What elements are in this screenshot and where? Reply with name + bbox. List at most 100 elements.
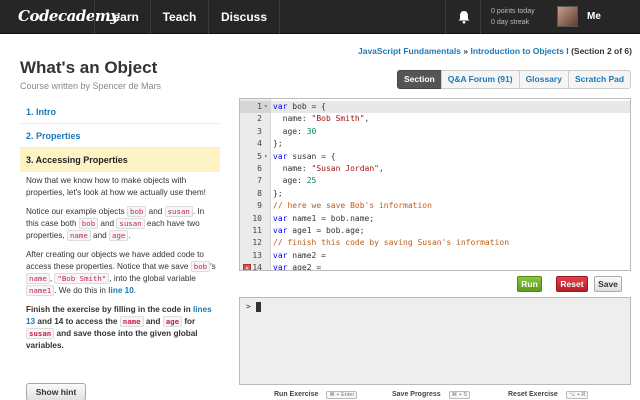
day-streak: 0 day streak: [491, 19, 530, 26]
line-number: 11: [252, 226, 262, 235]
code-span: age: [109, 230, 129, 241]
code-line[interactable]: 6 name: "Susan Jordan",: [240, 163, 630, 175]
section-item-accessing-properties[interactable]: 3. Accessing Properties: [20, 148, 220, 172]
run-button[interactable]: Run: [517, 276, 542, 292]
code-line[interactable]: 14 × var age2 =: [240, 262, 630, 271]
avatar[interactable]: [557, 6, 578, 27]
line-code: };: [273, 188, 283, 198]
code-line[interactable]: 12 // finish this code by saving Susan's …: [240, 237, 630, 249]
code-span: bob: [78, 218, 99, 229]
section-list: 1. Intro 2. Properties 3. Accessing Prop…: [20, 100, 220, 172]
error-icon[interactable]: ×: [243, 264, 251, 270]
fold-arrow-icon[interactable]: ▾: [264, 151, 268, 163]
text-span: , into the global variable: [109, 274, 196, 283]
line-code: name: "Bob Smith",: [273, 114, 370, 124]
page-title: What's an Object: [20, 58, 158, 77]
shortcut-run: Run Exercise ⌘ + Enter: [274, 391, 358, 399]
section-item-properties[interactable]: 2. Properties: [20, 124, 220, 148]
line-number: 1: [257, 102, 262, 111]
user-menu[interactable]: Me: [587, 0, 601, 34]
code-span: bob: [127, 206, 147, 217]
points-today: 0 points today: [491, 8, 535, 15]
lesson-paragraph: Now that we know how to make objects wit…: [26, 176, 206, 197]
text-span: Finish the exercise by filling in the co…: [26, 305, 193, 314]
show-hint-button[interactable]: Show hint: [26, 383, 86, 400]
shortcut-key: ⌘ + S: [448, 391, 471, 399]
code-line[interactable]: 9 // here we save Bob's information: [240, 200, 630, 212]
tab-glossary[interactable]: Glossary: [518, 70, 569, 89]
code-line[interactable]: 4};: [240, 138, 630, 150]
notifications-button[interactable]: [445, 0, 481, 34]
line-number: 10: [252, 213, 262, 223]
shortcut-label: Save Progress: [392, 391, 441, 398]
code-line[interactable]: 10 var name1 = bob.name;: [240, 213, 630, 225]
text-span: and: [143, 317, 163, 326]
tab-section[interactable]: Section: [397, 70, 442, 89]
text-span: and: [90, 231, 109, 240]
code-span: age: [162, 316, 183, 327]
code-line[interactable]: 5 ▾ var susan = {: [240, 151, 630, 163]
line-code: var susan = {: [273, 151, 336, 161]
breadcrumb-course[interactable]: JavaScript Fundamentals: [358, 46, 461, 56]
line-number: 6: [257, 164, 262, 173]
save-button[interactable]: Save: [594, 276, 622, 292]
nav-teach[interactable]: Teach: [150, 0, 208, 34]
shortcut-key: ⌘ + Enter: [326, 391, 358, 399]
text-span: for: [182, 317, 196, 326]
fold-arrow-icon[interactable]: ▾: [264, 101, 268, 113]
line-link[interactable]: line 10: [108, 286, 134, 295]
shortcut-label: Reset Exercise: [508, 391, 558, 398]
line-code: // here we save Bob's information: [273, 201, 432, 211]
line-code: var name2 =: [273, 250, 326, 260]
line-number: 7: [257, 176, 262, 186]
code-line[interactable]: 1 ▾ var bob = {: [240, 101, 630, 114]
points-summary: 0 points today 0 day streak: [491, 6, 535, 28]
bell-icon: [458, 11, 470, 24]
line-code: var age2 =: [273, 263, 322, 271]
console-cursor: [256, 302, 261, 312]
line-code: age: 30: [273, 126, 317, 136]
shortcut-save: Save Progress ⌘ + S: [392, 391, 471, 399]
tab-scratch-pad[interactable]: Scratch Pad: [567, 70, 632, 89]
section-progress: (Section 2 of 6): [571, 46, 632, 56]
lesson-instructions: Finish the exercise by filling in the co…: [26, 304, 216, 352]
tab-qa-forum[interactable]: Q&A Forum (91): [440, 70, 520, 89]
lesson-text: Now that we know how to make objects wit…: [26, 175, 216, 359]
text-span: and: [146, 207, 165, 216]
line-code: // finish this code by saving Susan's in…: [273, 238, 510, 248]
line-number: 9: [257, 201, 262, 211]
section-item-intro[interactable]: 1. Intro: [20, 100, 220, 124]
line-number: 3: [257, 126, 262, 136]
code-line[interactable]: 3 age: 30: [240, 126, 630, 138]
line-number: 13: [252, 250, 262, 260]
shortcut-label: Run Exercise: [274, 391, 319, 398]
reset-button[interactable]: Reset: [556, 276, 588, 292]
console-output[interactable]: >: [239, 297, 631, 385]
code-line[interactable]: 13 var name2 =: [240, 250, 630, 262]
code-line[interactable]: 8};: [240, 188, 630, 200]
code-span: name1: [26, 285, 55, 296]
code-line[interactable]: 11 var age1 = bob.age;: [240, 225, 630, 237]
nav-discuss[interactable]: Discuss: [208, 0, 280, 34]
text-span: and 14 to access the: [35, 317, 120, 326]
line-number: 4: [257, 139, 262, 149]
code-span: name: [119, 316, 144, 327]
console-prompt: >: [246, 302, 251, 311]
breadcrumb: JavaScript Fundamentals » Introduction t…: [358, 46, 632, 56]
lesson-paragraph: Notice our example objects bob and susan…: [26, 206, 216, 242]
code-line[interactable]: 7 age: 25: [240, 175, 630, 187]
line-code: var age1 = bob.age;: [273, 226, 365, 235]
code-span: susan: [116, 218, 145, 229]
nav-learn[interactable]: Learn: [94, 0, 150, 34]
line-code: age: 25: [273, 176, 317, 186]
course-author: Course written by Spencer de Mars: [20, 81, 162, 91]
breadcrumb-lesson[interactable]: Introduction to Objects I: [470, 46, 568, 56]
text-span: .: [133, 286, 137, 295]
line-number: 5: [257, 151, 262, 161]
code-editor[interactable]: 1 ▾ var bob = {2 name: "Bob Smith", 3 age: …: [239, 98, 631, 271]
code-span: bob: [190, 261, 211, 272]
lesson-paragraph: After creating our objects we have added…: [26, 249, 216, 297]
code-line[interactable]: 2 name: "Bob Smith",: [240, 113, 630, 125]
code-span: name: [66, 230, 91, 241]
text-span: 's: [210, 262, 216, 271]
